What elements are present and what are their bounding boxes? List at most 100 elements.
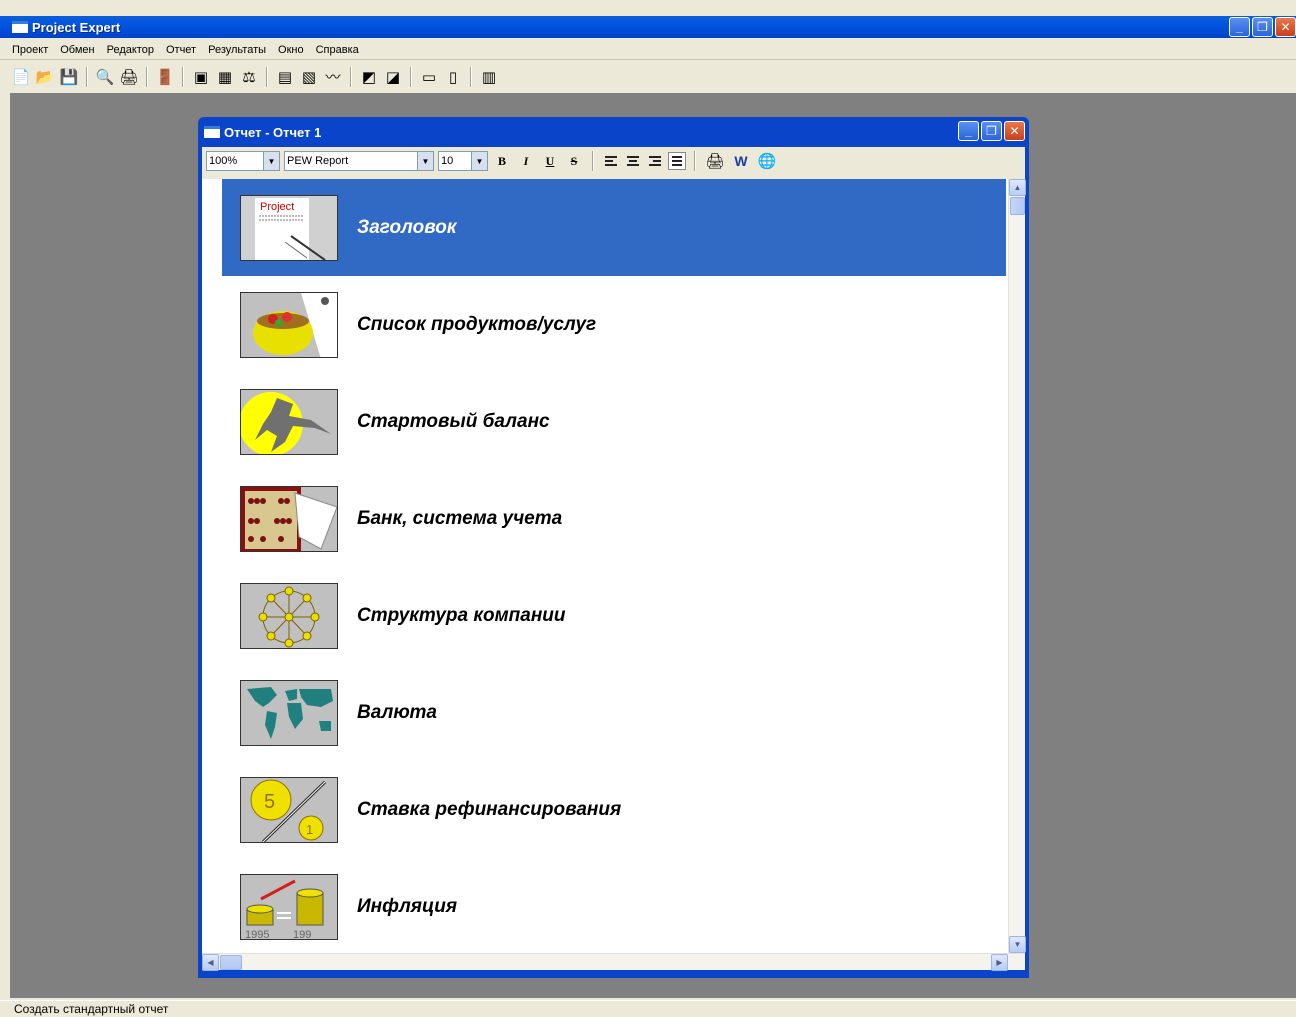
app-title-bar[interactable]: Project Expert _ ❐ ✕ [0,16,1296,38]
align-right-icon[interactable] [646,152,664,170]
close-button[interactable]: ✕ [1275,17,1296,37]
report-sections: Project Заголовок Список продуктов/услуг… [222,179,1006,953]
table-icon[interactable]: ▤ [274,66,296,88]
menu-report[interactable]: Отчет [160,44,202,56]
window-icon[interactable]: ▭ [418,66,440,88]
report-minimize-button[interactable]: _ [958,121,979,141]
graph-icon[interactable]: 〰 [322,66,344,88]
title-page-icon: Project [240,194,338,261]
print-icon[interactable]: 🖨 [118,66,140,88]
coin-stacks-icon: 1995 199_ [240,873,338,940]
calculator-icon[interactable]: ▥ [478,66,500,88]
italic-button[interactable]: I [516,151,536,171]
menu-project[interactable]: Проект [0,44,54,56]
strikethrough-button[interactable]: S [564,151,584,171]
new-document-icon[interactable]: 📄 [10,66,32,88]
web-export-icon[interactable]: 🌐 [756,150,778,172]
year-start-text: 1995 [245,929,269,940]
menu-window[interactable]: Окно [272,44,310,56]
list-item[interactable]: 5 1 Ставка рефинансирования [222,761,1006,858]
toolbar-separator [86,67,88,87]
app-title: Project Expert [32,19,121,35]
app-window-controls: _ ❐ ✕ [1229,17,1296,37]
menu-exchange[interactable]: Обмен [54,44,100,56]
align-justify-icon[interactable] [668,152,686,170]
report-window-body: 100% ▼ PEW Report ▼ 10 ▼ B I U S 🖨 W 🌐 P… [202,147,1026,971]
vertical-scrollbar[interactable]: ▲ ▼ [1008,179,1026,953]
year-end-text: 199_ [293,929,318,940]
list-item[interactable]: Project Заголовок [222,179,1006,276]
word-export-icon[interactable]: W [730,150,752,172]
exit-icon[interactable]: 🚪 [154,66,176,88]
list-item-label: Список продуктов/услуг [357,313,597,335]
list-item[interactable]: Список продуктов/услуг [222,276,1006,373]
export-icon[interactable]: ◪ [382,66,404,88]
zoom-value: 100% [209,155,238,167]
restore-button[interactable]: ❐ [1252,17,1273,37]
toolbar-separator [410,67,412,87]
align-left-icon[interactable] [602,152,620,170]
coin-five-text: 5 [264,791,275,813]
list-item-label: Инфляция [357,895,458,917]
list-item[interactable]: Стартовый баланс [222,373,1006,470]
coin-one-text: 1 [306,822,313,837]
window2-icon[interactable]: ▯ [442,66,464,88]
align-center-icon[interactable] [624,152,642,170]
toolbar-separator [694,151,696,171]
status-text: Создать стандартный отчет [14,1002,169,1016]
vertical-scroll-thumb[interactable] [1010,197,1025,215]
list-item[interactable]: Валюта [222,664,1006,761]
list-item[interactable]: Банк, система учета [222,470,1006,567]
bold-button[interactable]: B [492,151,512,171]
horizontal-scrollbar[interactable]: ◀ ▶ [202,953,1025,971]
analysis-icon[interactable]: ◩ [358,66,380,88]
chevron-down-icon[interactable]: ▼ [417,152,433,170]
report-window-title-bar[interactable]: Отчет - Отчет 1 _ ❐ ✕ [202,117,1025,147]
coins-ratio-icon: 5 1 [240,776,338,843]
report-toolbar: 100% ▼ PEW Report ▼ 10 ▼ B I U S 🖨 W 🌐 [202,147,1025,175]
toolbar-separator [182,67,184,87]
font-size-select[interactable]: 10 ▼ [438,151,488,171]
app-window-icon[interactable] [12,21,28,33]
print-report-icon[interactable]: 🖨 [704,150,726,172]
toolbar-separator [470,67,472,87]
scroll-down-icon[interactable]: ▼ [1009,936,1026,953]
report-window-icon[interactable] [204,126,220,138]
chevron-down-icon[interactable]: ▼ [471,152,487,170]
abacus-icon [240,485,338,552]
report-maximize-button[interactable]: ❐ [981,121,1002,141]
main-toolbar: 📄 📂 💾 🔍 🖨 🚪 ▣ ▦ ⚖ ▤ ▧ 〰 ◩ ◪ ▭ ▯ ▥ [10,62,500,92]
font-size-value: 10 [441,155,454,167]
runner-icon [240,388,338,455]
style-value: PEW Report [287,155,349,167]
print-preview-icon[interactable]: 🔍 [94,66,116,88]
minimize-button[interactable]: _ [1229,17,1250,37]
network-structure-icon [240,582,338,649]
report-close-button[interactable]: ✕ [1004,121,1025,141]
project-icon[interactable]: ▣ [190,66,212,88]
report-icon[interactable]: ▧ [298,66,320,88]
toolbar-separator [592,151,594,171]
zoom-select[interactable]: 100% ▼ [206,151,280,171]
horizontal-scroll-thumb[interactable] [220,955,242,970]
menu-help[interactable]: Справка [310,44,365,56]
scroll-up-icon[interactable]: ▲ [1009,179,1026,196]
toolbar-separator [146,67,148,87]
report-sections-list: Project Заголовок Список продуктов/услуг… [202,179,1026,971]
chart-icon[interactable]: ▦ [214,66,236,88]
menu-editor[interactable]: Редактор [101,44,160,56]
underline-button[interactable]: U [540,151,560,171]
list-item-label: Банк, система учета [357,507,563,529]
menu-bar: Проект Обмен Редактор Отчет Результаты О… [0,40,1296,60]
list-item[interactable]: Структура компании [222,567,1006,664]
open-folder-icon[interactable]: 📂 [34,66,56,88]
scroll-right-icon[interactable]: ▶ [991,954,1008,971]
chevron-down-icon[interactable]: ▼ [263,152,279,170]
list-item[interactable]: 1995 199_ Инфляция [222,858,1006,953]
menu-results[interactable]: Результаты [202,44,272,56]
list-item-label: Валюта [357,701,437,723]
style-select[interactable]: PEW Report ▼ [284,151,434,171]
scroll-left-icon[interactable]: ◀ [202,954,219,971]
save-icon[interactable]: 💾 [58,66,80,88]
balance-icon[interactable]: ⚖ [238,66,260,88]
